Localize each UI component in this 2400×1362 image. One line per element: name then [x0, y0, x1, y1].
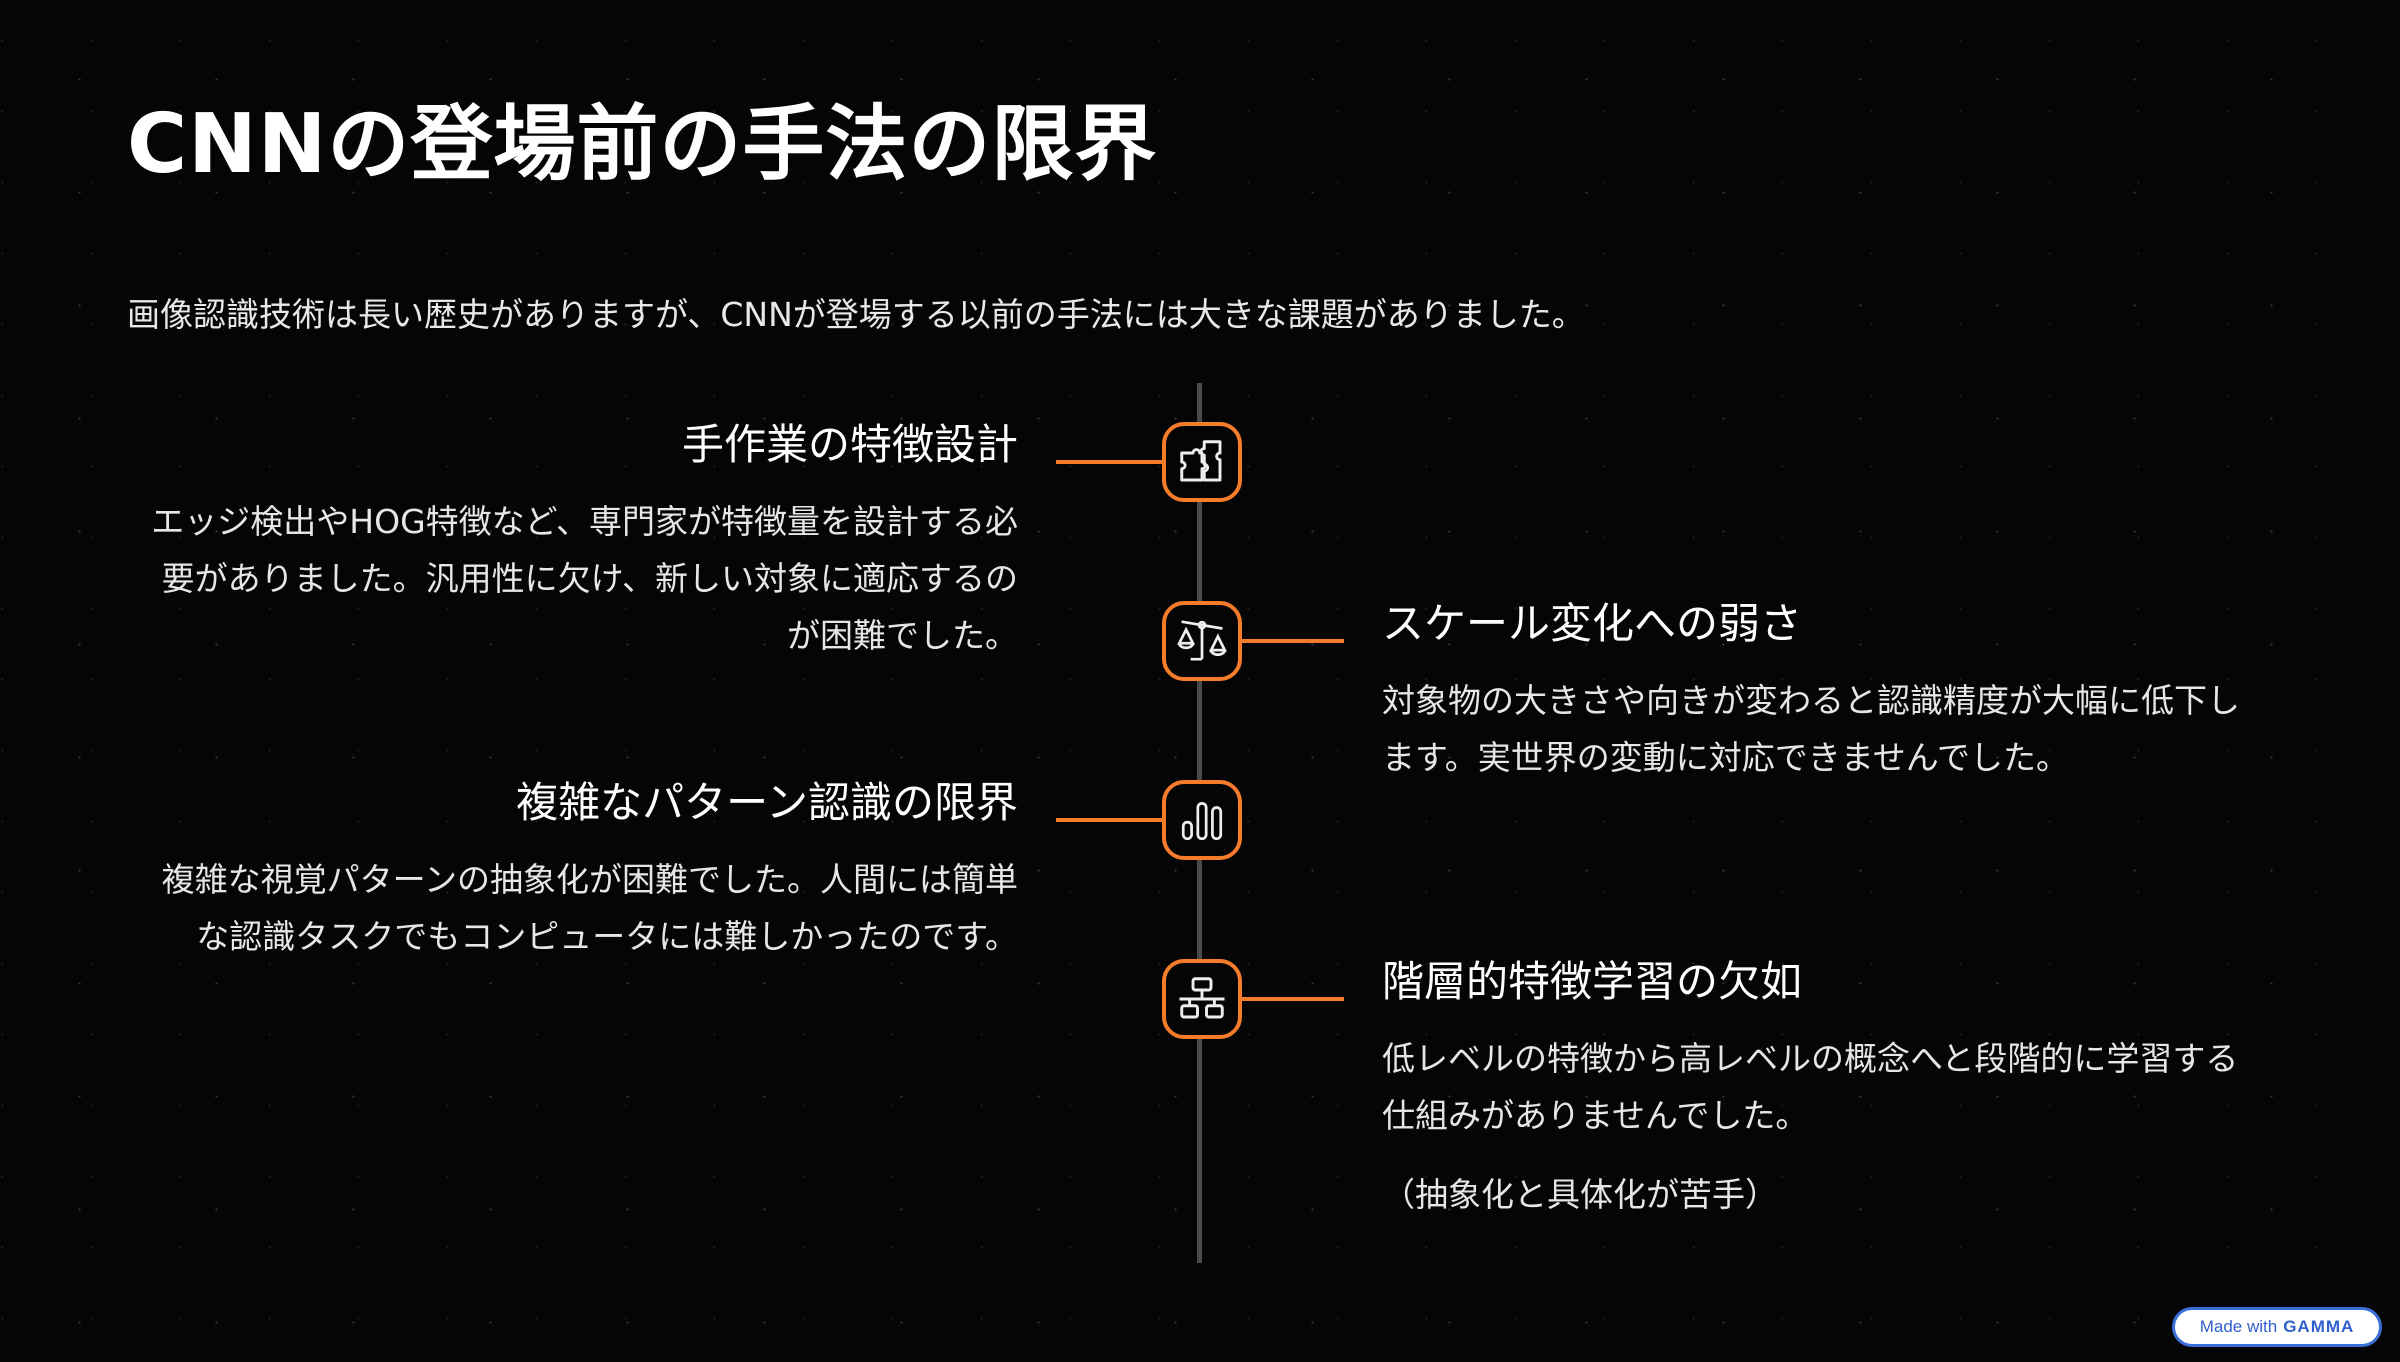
timeline-item-1: 手作業の特徴設計 エッジ検出やHOG特徴など、専門家が特徴量を設計する必要があり…: [138, 415, 1018, 664]
item-heading: 階層的特徴学習の欠如: [1382, 957, 1803, 1006]
connector: [1238, 997, 1344, 1001]
connector: [1238, 639, 1344, 643]
connector: [1056, 818, 1164, 822]
scale-icon: [1177, 620, 1227, 661]
badge-prefix: Made with: [2199, 1317, 2278, 1336]
connector: [1056, 460, 1164, 464]
item-body: 複雑な視覚パターンの抽象化が困難でした。人間には簡単な認識タスクでもコンピュータ…: [161, 860, 1018, 956]
timeline-node-2: [1162, 601, 1242, 681]
made-with-gamma-badge[interactable]: Made with GAMMA: [2172, 1307, 2382, 1347]
item-note: （抽象化と具体化が苦手）: [1382, 1175, 1778, 1214]
item-heading: 手作業の特徴設計: [681, 420, 1018, 469]
timeline-item-4: 階層的特徴学習の欠如 低レベルの特徴から高レベルの概念へと段階的に学習する仕組み…: [1382, 952, 2262, 1223]
timeline-node-4: [1162, 959, 1242, 1039]
timeline-item-3: 複雑なパターン認識の限界 複雑な視覚パターンの抽象化が困難でした。人間には簡単な…: [138, 773, 1018, 965]
bar-chart-icon: [1181, 801, 1223, 841]
puzzle-icon: [1180, 440, 1222, 482]
timeline-node-3: [1162, 780, 1242, 860]
timeline-node-1: [1162, 422, 1242, 502]
timeline-item-2: スケール変化への弱さ 対象物の大きさや向きが変わると認識精度が大幅に低下します。…: [1382, 594, 2262, 786]
page-title: CNNの登場前の手法の限界: [127, 97, 1158, 192]
item-heading: 複雑なパターン認識の限界: [516, 778, 1018, 827]
item-body: 対象物の大きさや向きが変わると認識精度が大幅に低下します。実世界の変動に対応でき…: [1382, 681, 2240, 777]
item-heading: スケール変化への弱さ: [1382, 599, 1803, 648]
item-body: エッジ検出やHOG特徴など、専門家が特徴量を設計する必要がありました。汎用性に欠…: [151, 502, 1018, 655]
gamma-logo: GAMMA: [2283, 1317, 2355, 1336]
hierarchy-icon: [1179, 977, 1225, 1019]
item-body: 低レベルの特徴から高レベルの概念へと段階的に学習する仕組みがありませんでした。: [1382, 1039, 2239, 1135]
page-subtitle: 画像認識技術は長い歴史がありますが、CNNが登場する以前の手法には大きな課題があ…: [127, 295, 1585, 334]
